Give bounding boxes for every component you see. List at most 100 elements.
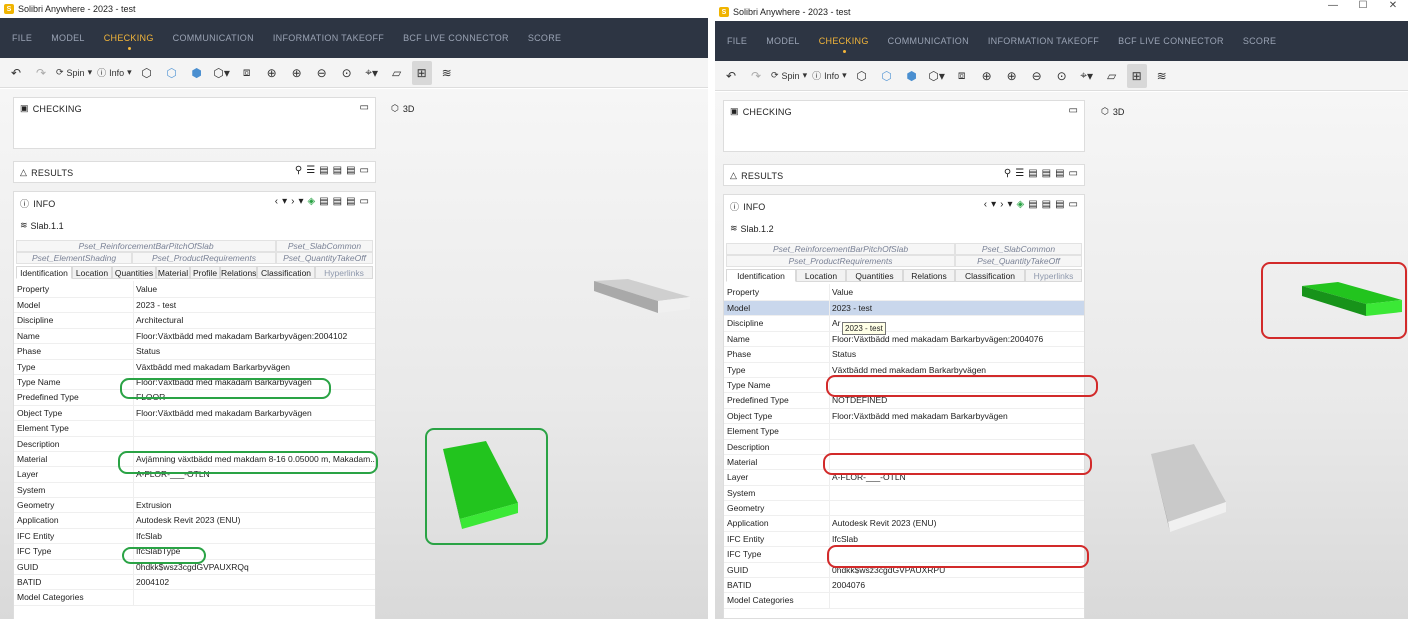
layers-button[interactable]: ≋ — [1152, 64, 1172, 88]
map-button[interactable]: ⊞ — [411, 60, 432, 85]
hide-button[interactable]: ⬡ — [877, 64, 897, 88]
col-property[interactable]: Property — [14, 281, 134, 297]
hide-button[interactable]: ⬡ — [162, 61, 182, 85]
table-row[interactable]: Type Växtbädd med makadam Barkarbyvägen — [14, 359, 375, 375]
menu-score[interactable]: SCORE — [528, 18, 562, 58]
table-row[interactable]: Element Type — [14, 421, 375, 437]
tab-pset-slab-common[interactable]: Pset_SlabCommon — [276, 240, 373, 252]
caret-down-icon[interactable]: ▾ — [282, 196, 287, 207]
table-row[interactable]: Geometry Extrusion — [14, 498, 375, 514]
table-row[interactable]: Discipline Architectural — [14, 313, 375, 329]
tab-pset-reinforcement[interactable]: Pset_ReinforcementBarPitchOfSlab — [726, 243, 955, 255]
map-button[interactable]: ⊞ — [1126, 63, 1147, 88]
caret-down-icon[interactable]: ▾ — [298, 196, 303, 207]
close-button[interactable]: ✕ — [1378, 0, 1408, 11]
maximize-icon[interactable]: ▭ — [1069, 168, 1078, 179]
tab-identification[interactable]: Identification — [726, 269, 796, 282]
show-all-button[interactable]: ⬡ — [137, 61, 157, 85]
isolate-button[interactable]: ⬢ — [902, 64, 922, 88]
report-icon[interactable]: ▤ — [1028, 168, 1037, 179]
redo-button[interactable]: ↷ — [746, 64, 766, 88]
highlight-icon[interactable]: ◈ — [1016, 199, 1024, 210]
table-row[interactable]: System — [724, 485, 1084, 502]
prev-icon[interactable]: ‹ — [275, 196, 278, 207]
menu-information-takeoff[interactable]: INFORMATION TAKEOFF — [988, 21, 1099, 61]
undo-button[interactable]: ↶ — [721, 64, 741, 88]
list-icon[interactable]: ☰ — [1015, 168, 1024, 179]
table-row[interactable]: Object Type Floor:Växtbädd med makadam Ba… — [14, 405, 375, 422]
table-row[interactable]: BATID 2004076 — [724, 578, 1084, 594]
spin-dropdown[interactable]: ⟳ Spin ▾ — [771, 64, 807, 88]
next-icon[interactable]: › — [1000, 199, 1003, 210]
info-dropdown[interactable]: ⓘ Info ▾ — [97, 61, 132, 85]
view-cube-dropdown[interactable]: ⬡ ▾ — [927, 64, 947, 88]
menu-model[interactable]: MODEL — [51, 18, 85, 58]
tab-hyperlinks[interactable]: Hyperlinks — [1025, 269, 1082, 282]
tab-identification[interactable]: Identification — [16, 266, 72, 279]
menu-bcf-live-connector[interactable]: BCF LIVE CONNECTOR — [1118, 21, 1224, 61]
table-row[interactable]: Application Autodesk Revit 2023 (ENU) — [14, 513, 375, 529]
maximize-button[interactable]: ☐ — [1348, 0, 1378, 11]
tab-classification[interactable]: Classification — [955, 269, 1025, 282]
zoom-fit-button[interactable]: ⊕ — [262, 61, 282, 85]
floor-plan-button[interactable]: ▱ — [1102, 64, 1122, 88]
tab-classification[interactable]: Classification — [257, 266, 315, 279]
tab-location[interactable]: Location — [72, 266, 112, 279]
spin-dropdown[interactable]: ⟳ Spin ▾ — [56, 61, 92, 85]
tab-location[interactable]: Location — [796, 269, 846, 282]
show-all-button[interactable]: ⬡ — [852, 64, 872, 88]
col-value[interactable]: Value — [134, 281, 375, 297]
menu-checking[interactable]: CHECKING — [104, 18, 154, 58]
col-property[interactable]: Property — [724, 284, 830, 300]
maximize-icon[interactable]: ▭ — [1069, 199, 1078, 210]
tab-relations[interactable]: Relations — [220, 266, 257, 279]
report-icon[interactable]: ▤ — [1055, 199, 1064, 210]
menu-communication[interactable]: COMMUNICATION — [888, 21, 969, 61]
minimize-button[interactable]: — — [1318, 0, 1348, 11]
undo-button[interactable]: ↶ — [6, 61, 26, 85]
report-icon[interactable]: ▤ — [333, 196, 342, 207]
tab-quantities[interactable]: Quantities — [112, 266, 156, 279]
gray-slab-model[interactable] — [1148, 442, 1230, 537]
menu-checking[interactable]: CHECKING — [819, 21, 869, 61]
table-row[interactable]: Element Type — [724, 424, 1084, 440]
table-row[interactable]: Model Categories — [724, 593, 1084, 609]
zoom-fit-button[interactable]: ⊕ — [977, 64, 997, 88]
table-row[interactable]: Description — [14, 436, 375, 452]
measure-dropdown[interactable]: ⌖ ▾ — [362, 61, 382, 85]
info-dropdown[interactable]: ⓘ Info ▾ — [812, 64, 847, 88]
zoom-in-button[interactable]: ⊕ — [287, 61, 307, 85]
isolate-button[interactable]: ⬢ — [187, 61, 207, 85]
maximize-icon[interactable]: ▭ — [360, 196, 369, 207]
gray-slab-model[interactable] — [588, 277, 694, 317]
table-row[interactable]: System — [14, 482, 375, 499]
floor-plan-button[interactable]: ▱ — [387, 61, 407, 85]
maximize-icon[interactable]: ▭ — [360, 165, 369, 176]
view-cube-dropdown[interactable]: ⬡ ▾ — [212, 61, 232, 85]
zoom-out-button[interactable]: ⊖ — [312, 61, 332, 85]
report-icon[interactable]: ▤ — [346, 196, 355, 207]
next-icon[interactable]: › — [291, 196, 294, 207]
maximize-icon[interactable]: ▭ — [1069, 105, 1078, 116]
caret-down-icon[interactable]: ▾ — [1007, 199, 1012, 210]
tab-hyperlinks[interactable]: Hyperlinks — [315, 266, 373, 279]
menu-model[interactable]: MODEL — [766, 21, 800, 61]
tab-pset-element-shading[interactable]: Pset_ElementShading — [16, 252, 132, 264]
tab-pset-quantity-takeoff[interactable]: Pset_QuantityTakeOff — [955, 255, 1082, 267]
menu-information-takeoff[interactable]: INFORMATION TAKEOFF — [273, 18, 384, 58]
report-icon[interactable]: ▤ — [1028, 199, 1037, 210]
report-icon[interactable]: ▤ — [346, 165, 355, 176]
table-row[interactable]: Application Autodesk Revit 2023 (ENU) — [724, 516, 1084, 532]
tab-profile[interactable]: Profile — [190, 266, 220, 279]
table-row[interactable]: Name Floor:Växtbädd med makadam Barkarbyv… — [724, 331, 1084, 348]
tab-pset-slab-common[interactable]: Pset_SlabCommon — [955, 243, 1082, 255]
list-icon[interactable]: ☰ — [306, 165, 315, 176]
menu-score[interactable]: SCORE — [1243, 21, 1277, 61]
layers-button[interactable]: ≋ — [437, 61, 457, 85]
highlight-icon[interactable]: ◈ — [307, 196, 315, 207]
table-row[interactable]: Object Type Floor:Växtbädd med makadam Ba… — [724, 408, 1084, 425]
report-icon[interactable]: ▤ — [319, 165, 328, 176]
table-row[interactable]: Phase Status — [724, 347, 1084, 363]
redo-button[interactable]: ↷ — [31, 61, 51, 85]
menu-file[interactable]: FILE — [12, 18, 32, 58]
